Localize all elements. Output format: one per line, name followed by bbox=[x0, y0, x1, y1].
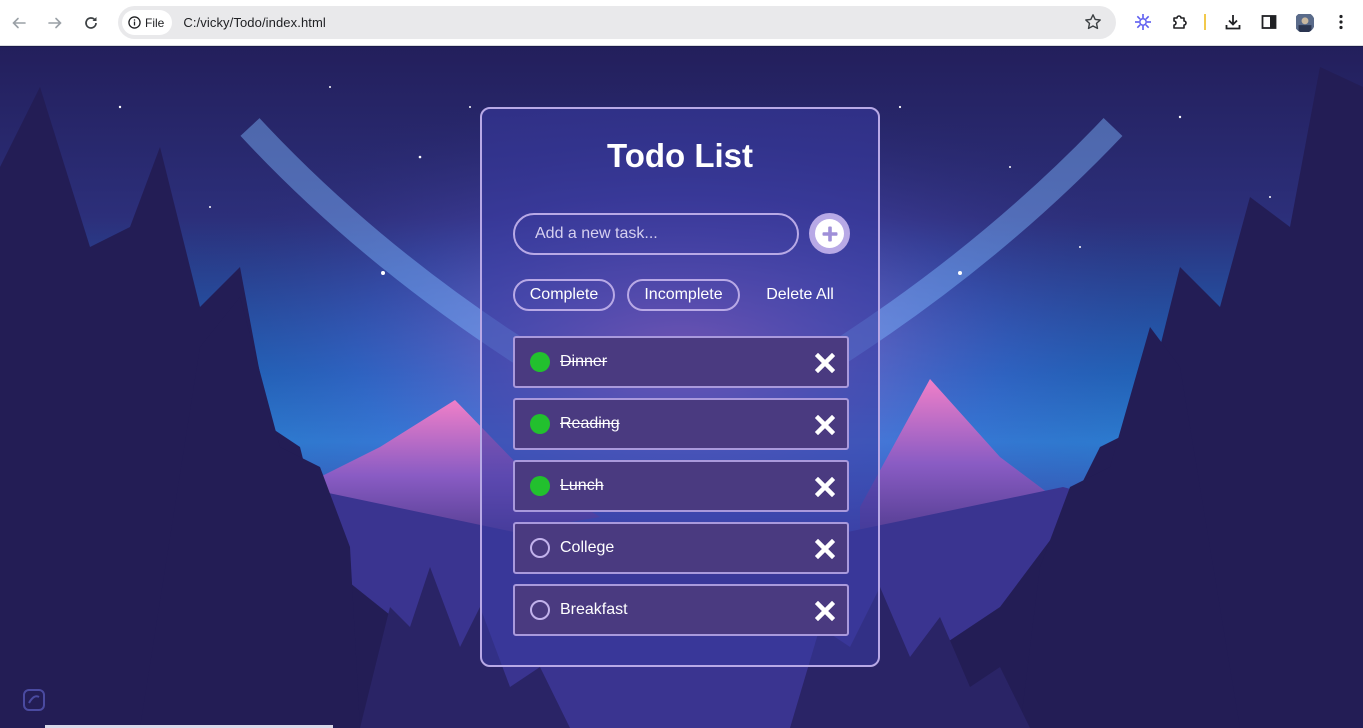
close-icon[interactable] bbox=[815, 601, 835, 621]
new-task-input[interactable] bbox=[513, 213, 799, 255]
page-title: Todo List bbox=[606, 137, 754, 174]
close-icon[interactable] bbox=[815, 477, 835, 497]
add-button-inner bbox=[815, 219, 844, 248]
filter-complete-button[interactable]: Complete bbox=[513, 279, 615, 311]
puzzle-icon bbox=[1173, 15, 1187, 29]
extensions-button[interactable] bbox=[1170, 12, 1190, 32]
profile-avatar[interactable] bbox=[1294, 12, 1315, 33]
add-task-button[interactable] bbox=[809, 213, 850, 254]
plus-icon bbox=[822, 226, 837, 241]
todo-text: College bbox=[560, 539, 615, 556]
site-info-chip[interactable]: File bbox=[122, 10, 173, 35]
gear-icon bbox=[1135, 14, 1151, 30]
side-panel-button[interactable] bbox=[1259, 12, 1279, 32]
page-viewport: Todo List Complete Incomplete Delete All… bbox=[0, 47, 1363, 728]
empty-circle-icon[interactable] bbox=[530, 600, 550, 620]
todo-text: Breakfast bbox=[560, 601, 628, 618]
close-icon[interactable] bbox=[815, 415, 835, 435]
todo-list: Dinner Reading Lunch College Breakfast bbox=[513, 336, 849, 646]
delete-all-button[interactable]: Delete All bbox=[752, 279, 848, 311]
todo-item[interactable]: Lunch bbox=[513, 460, 849, 512]
site-chip-label: File bbox=[145, 15, 165, 30]
todo-text: Reading bbox=[560, 415, 620, 432]
side-panel-icon bbox=[1261, 15, 1277, 29]
empty-circle-icon[interactable] bbox=[530, 538, 550, 558]
extension-gear-button[interactable] bbox=[1133, 12, 1153, 32]
close-icon[interactable] bbox=[815, 353, 835, 373]
arrow-left-icon bbox=[12, 17, 26, 29]
todo-item[interactable]: Breakfast bbox=[513, 584, 849, 636]
browser-menu-button[interactable] bbox=[1331, 12, 1351, 32]
arrow-right-icon bbox=[48, 17, 62, 29]
filter-incomplete-button[interactable]: Incomplete bbox=[627, 279, 740, 311]
star-icon[interactable] bbox=[1084, 13, 1102, 31]
forward-button[interactable] bbox=[37, 5, 73, 41]
download-icon bbox=[1225, 15, 1241, 30]
todo-card: Todo List Complete Incomplete Delete All… bbox=[480, 107, 880, 667]
close-icon[interactable] bbox=[815, 539, 835, 559]
address-bar[interactable]: File C:/vicky/Todo/index.html bbox=[118, 6, 1116, 39]
todo-item[interactable]: College bbox=[513, 522, 849, 574]
todo-item[interactable]: Dinner bbox=[513, 336, 849, 388]
back-button[interactable] bbox=[1, 5, 37, 41]
info-icon bbox=[128, 16, 141, 29]
reload-button[interactable] bbox=[73, 5, 109, 41]
corner-logo-icon bbox=[23, 689, 45, 711]
more-vert-icon bbox=[1339, 14, 1343, 30]
url-text[interactable]: C:/vicky/Todo/index.html bbox=[183, 15, 326, 30]
downloads-button[interactable] bbox=[1223, 12, 1243, 32]
toolbar-divider bbox=[1204, 14, 1206, 30]
todo-item[interactable]: Reading bbox=[513, 398, 849, 450]
check-circle-icon[interactable] bbox=[530, 476, 550, 496]
todo-text: Dinner bbox=[560, 353, 608, 370]
reload-icon bbox=[85, 17, 97, 29]
browser-toolbar: File C:/vicky/Todo/index.html bbox=[0, 0, 1363, 46]
todo-text: Lunch bbox=[560, 477, 604, 494]
check-circle-icon[interactable] bbox=[530, 352, 550, 372]
check-circle-icon[interactable] bbox=[530, 414, 550, 434]
avatar-icon bbox=[1295, 13, 1314, 32]
